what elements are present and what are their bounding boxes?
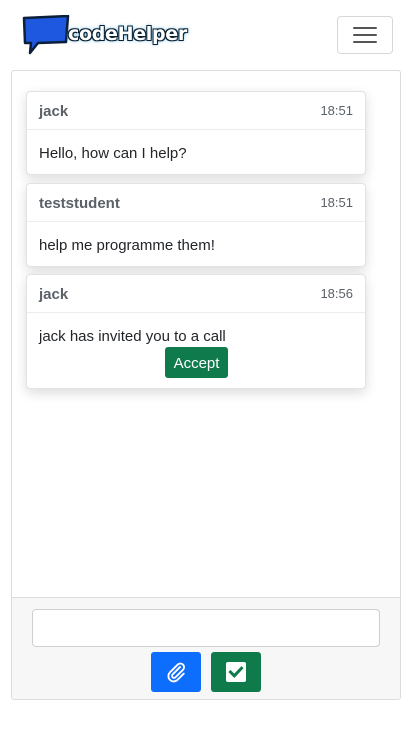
message-time: 18:51	[320, 195, 353, 210]
message-header: jack 18:56	[27, 275, 365, 313]
message-card: teststudent 18:51 help me programme them…	[26, 183, 366, 267]
logo-text: codeHelper	[68, 23, 187, 45]
attach-file-button[interactable]	[151, 652, 201, 692]
message-sender: jack	[39, 286, 69, 303]
codehelper-logo[interactable]: codeHelper	[22, 15, 187, 55]
message-text: jack has invited you to a call	[39, 328, 226, 345]
message-header: jack 18:51	[27, 92, 365, 130]
message-input[interactable]	[32, 609, 380, 647]
message-composer	[12, 598, 400, 699]
menu-toggle-button[interactable]	[337, 16, 393, 54]
chat-panel: jack 18:51 Hello, how can I help? testst…	[11, 70, 401, 700]
call-invite-body: jack has invited you to a call Accept	[27, 313, 365, 378]
message-sender: teststudent	[39, 195, 120, 212]
message-text: Hello, how can I help?	[39, 145, 187, 162]
hamburger-bar	[353, 34, 377, 36]
paperclip-icon	[167, 662, 185, 683]
message-card: jack 18:51 Hello, how can I help?	[26, 91, 366, 175]
accept-call-button[interactable]: Accept	[165, 347, 228, 378]
message-header: teststudent 18:51	[27, 184, 365, 222]
message-sender: jack	[39, 103, 69, 120]
message-time: 18:56	[320, 286, 353, 301]
message-time: 18:51	[320, 103, 353, 118]
hamburger-bar	[353, 41, 377, 43]
navbar: codeHelper	[0, 0, 413, 70]
message-text: help me programme them!	[39, 237, 215, 254]
checkbox-check-icon	[226, 662, 246, 682]
hamburger-menu-icon	[353, 27, 377, 29]
send-message-button[interactable]	[211, 652, 261, 692]
message-card: jack 18:56 jack has invited you to a cal…	[26, 274, 366, 389]
message-list[interactable]: jack 18:51 Hello, how can I help? testst…	[12, 71, 400, 598]
